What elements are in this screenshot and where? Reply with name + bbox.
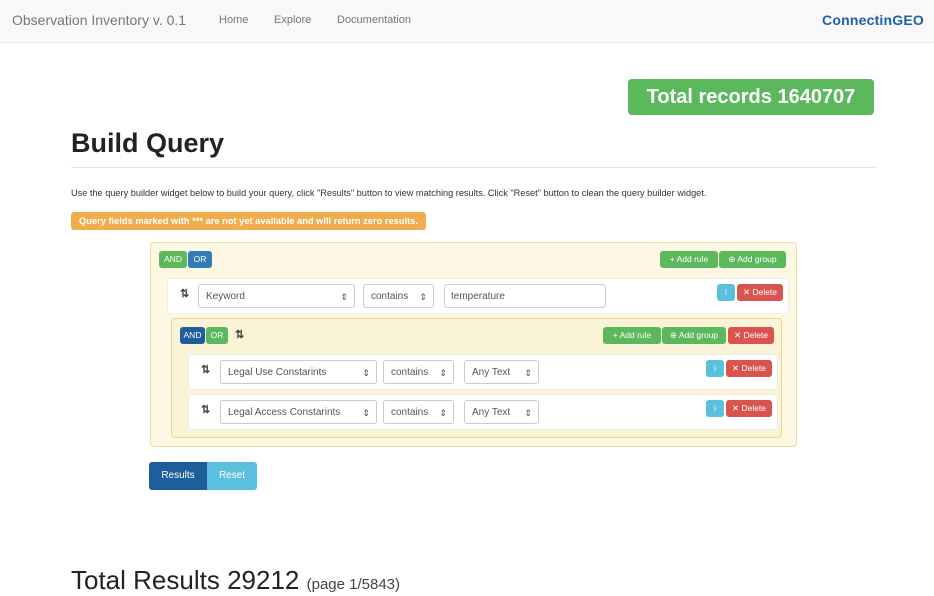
select-caret-icon: ⇕ (439, 368, 447, 378)
info-icon[interactable]: i (706, 400, 724, 417)
reset-button[interactable]: Reset (207, 462, 257, 490)
nav-documentation[interactable]: Documentation (337, 14, 411, 26)
add-group-button[interactable]: ⊕ Add group (662, 327, 726, 344)
add-group-label: Add group (678, 330, 719, 340)
subquery-group: AND OR ⇅ + Add rule ⊕ Add group ✕ Delete… (171, 318, 782, 438)
connectingeo-logo: ConnectinGEO (822, 12, 924, 28)
field-select-value: Keyword (206, 291, 245, 302)
page-info: (page 1/5843) (306, 576, 401, 593)
select-caret-icon: ⇕ (340, 292, 348, 302)
delete-rule-button[interactable]: ✕ Delete (737, 284, 783, 301)
total-results-text: Total Results 29212 (71, 565, 300, 595)
add-group-label: Add group (737, 254, 777, 264)
operator-select[interactable]: contains ⇕ (363, 284, 434, 308)
add-group-button[interactable]: ⊕ Add group (719, 251, 786, 268)
select-caret-icon: ⇕ (362, 408, 370, 418)
select-caret-icon: ⇕ (362, 368, 370, 378)
navbar: Observation Inventory v. 0.1 Home Explor… (0, 0, 934, 43)
intro-text: Use the query builder widget below to bu… (71, 188, 707, 198)
value-select-value: Any Text (472, 367, 511, 378)
drag-handle-icon[interactable]: ⇅ (201, 403, 210, 416)
field-select[interactable]: Keyword ⇕ (198, 284, 355, 308)
delete-label: Delete (741, 403, 767, 413)
value-select-value: Any Text (472, 407, 511, 418)
plus-icon: + (669, 254, 677, 264)
field-select[interactable]: Legal Access Constarints ⇕ (220, 400, 377, 424)
field-select[interactable]: Legal Use Constarints ⇕ (220, 360, 377, 384)
and-toggle-button[interactable]: AND (159, 251, 187, 268)
operator-select[interactable]: contains ⇕ (383, 360, 454, 384)
select-caret-icon: ⇕ (419, 292, 427, 302)
select-caret-icon: ⇕ (524, 368, 532, 378)
value-input-text: temperature (451, 291, 505, 302)
rule-legal-use: ⇅ Legal Use Constarints ⇕ contains ⇕ Any T… (188, 354, 778, 390)
operator-select-value: contains (391, 407, 429, 418)
delete-label: Delete (743, 330, 769, 340)
delete-label: Delete (752, 287, 778, 297)
delete-rule-button[interactable]: ✕ Delete (726, 400, 772, 417)
field-select-value: Legal Access Constarints (228, 407, 341, 418)
and-toggle-button[interactable]: AND (180, 327, 205, 344)
delete-rule-button[interactable]: ✕ Delete (726, 360, 772, 377)
page-title: Build Query (71, 128, 225, 158)
nav-home[interactable]: Home (219, 14, 248, 26)
drag-handle-icon[interactable]: ⇅ (235, 328, 244, 341)
rule-legal-access: ⇅ Legal Access Constarints ⇕ contains ⇕ An… (188, 394, 778, 430)
drag-handle-icon[interactable]: ⇅ (201, 363, 210, 376)
value-input[interactable]: temperature (444, 284, 606, 308)
rule-keyword: ⇅ Keyword ⇕ contains ⇕ temperature i ✕ Del… (167, 278, 789, 314)
info-icon[interactable]: i (717, 284, 735, 301)
plus-circle-icon: ⊕ (669, 330, 679, 340)
title-divider (71, 167, 877, 168)
select-caret-icon: ⇕ (439, 408, 447, 418)
results-button[interactable]: Results (149, 462, 207, 490)
plus-icon: + (612, 330, 620, 340)
total-results-heading: Total Results 29212 (page 1/5843) (71, 565, 400, 596)
add-rule-label: Add rule (676, 254, 709, 264)
warning-banner: Query fields marked with *** are not yet… (71, 212, 426, 230)
value-select[interactable]: Any Text ⇕ (464, 360, 539, 384)
nav-explore[interactable]: Explore (274, 14, 311, 26)
value-select[interactable]: Any Text ⇕ (464, 400, 539, 424)
add-rule-button[interactable]: + Add rule (603, 327, 661, 344)
select-caret-icon: ⇕ (524, 408, 532, 418)
operator-select-value: contains (391, 367, 429, 378)
drag-handle-icon[interactable]: ⇅ (180, 287, 189, 300)
brand-link[interactable]: Observation Inventory v. 0.1 (12, 12, 186, 28)
info-icon[interactable]: i (706, 360, 724, 377)
field-select-value: Legal Use Constarints (228, 367, 327, 378)
total-records-badge: Total records 1640707 (628, 79, 874, 115)
delete-group-button[interactable]: ✕ Delete (728, 327, 774, 344)
add-rule-label: Add rule (619, 330, 652, 340)
operator-select[interactable]: contains ⇕ (383, 400, 454, 424)
add-rule-button[interactable]: + Add rule (660, 251, 718, 268)
or-toggle-button[interactable]: OR (188, 251, 212, 268)
or-toggle-button[interactable]: OR (206, 327, 228, 344)
delete-label: Delete (741, 363, 767, 373)
operator-select-value: contains (371, 291, 409, 302)
